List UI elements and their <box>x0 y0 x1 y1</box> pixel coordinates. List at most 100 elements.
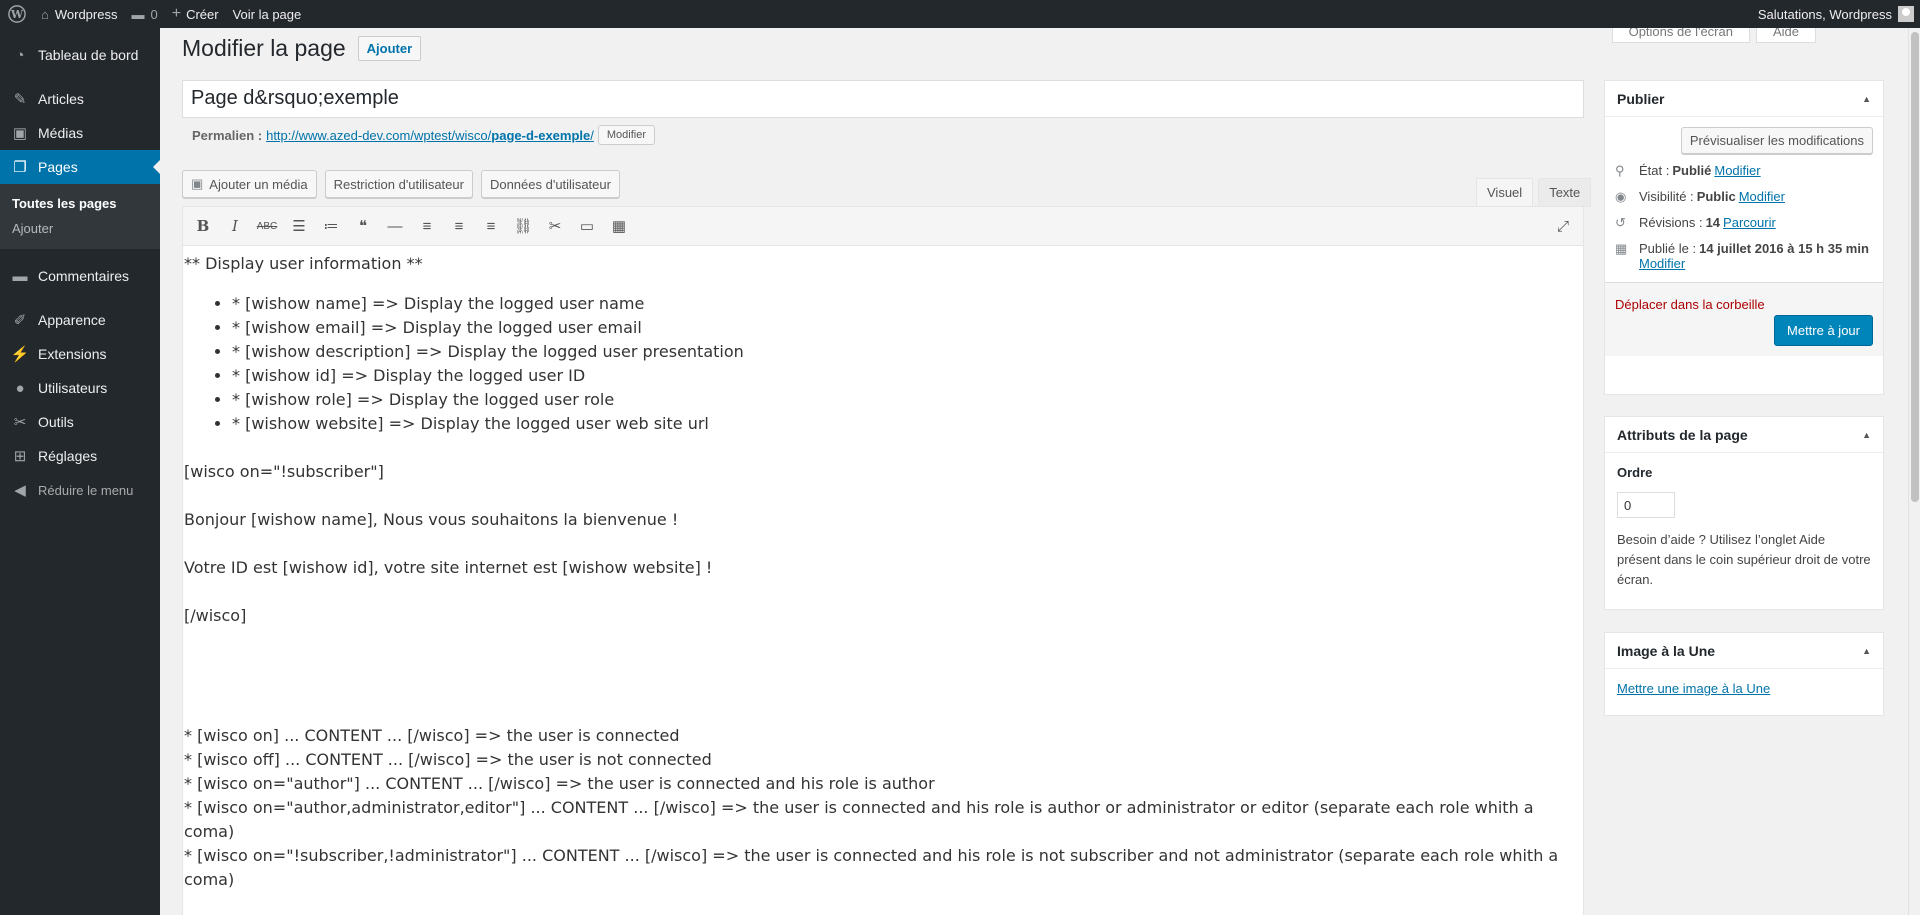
edit-date-link[interactable]: Modifier <box>1639 256 1685 271</box>
shortcode-list: * [wishow name] => Display the logged us… <box>232 292 1583 436</box>
menu-item-label: Réglages <box>38 448 98 464</box>
users-icon: ● <box>15 379 25 397</box>
comments-link[interactable]: ▬ 0 <box>124 0 164 28</box>
blockquote-icon[interactable]: ❝ <box>347 212 379 240</box>
menu-item-tools[interactable]: ✂ Outils <box>0 405 160 439</box>
read-more-icon[interactable]: ▭ <box>571 212 603 240</box>
menu-item-label: Médias <box>38 125 84 141</box>
menu-item-settings[interactable]: ⊞ Réglages <box>0 439 160 473</box>
menu-item-posts[interactable]: ✎ Articles <box>0 82 160 116</box>
permalink: Permalien : http://www.azed-dev.com/wpte… <box>192 125 656 145</box>
move-to-trash-link[interactable]: Déplacer dans la corbeille <box>1615 293 1765 312</box>
status-row: ⚲ État : Publié Modifier <box>1615 163 1761 178</box>
published-date-row: ▦ Publié le :14 juillet 2016 à 15 h 35 mi… <box>1615 241 1869 271</box>
featured-image-body: Mettre une image à la Une <box>1605 669 1883 708</box>
preview-changes-button[interactable]: Prévisualiser les modifications <box>1680 127 1873 154</box>
add-media-button[interactable]: ▣ Ajouter un média <box>182 170 317 198</box>
page-attributes-header[interactable]: Attributs de la page ▲ <box>1605 417 1883 453</box>
editor-content[interactable]: ** Display user information ** * [wishow… <box>182 246 1584 915</box>
strikethrough-icon[interactable]: ABC <box>251 212 283 240</box>
insert-link-icon[interactable]: ⛓ <box>507 212 539 240</box>
menu-item-dashboard[interactable]: ◔ Tableau de bord <box>0 38 160 72</box>
featured-image-header[interactable]: Image à la Une ▲ <box>1605 633 1883 669</box>
site-name-link[interactable]: ⌂ Wordpress <box>34 0 124 28</box>
numbered-list-icon[interactable]: ≔ <box>315 212 347 240</box>
settings-icon: ⊞ <box>13 448 27 465</box>
page-scrollbar[interactable] <box>1908 28 1920 915</box>
user-data-button[interactable]: Données d'utilisateur <box>480 170 620 198</box>
menu-item-comments[interactable]: ▬ Commentaires <box>0 259 160 293</box>
collapse-arrow-icon[interactable]: ▲ <box>1862 94 1871 104</box>
edit-permalink-button[interactable]: Modifier <box>597 125 656 145</box>
menu-item-media[interactable]: ▣ Médias <box>0 116 160 150</box>
bold-icon[interactable]: B <box>187 212 219 240</box>
home-icon: ⌂ <box>41 6 49 22</box>
comments-count: 0 <box>150 6 158 22</box>
brush-icon: ✐ <box>13 312 27 329</box>
admin-menu: ◔ Tableau de bord ✎ Articles ▣ Médias ❐ Page… <box>0 28 160 915</box>
plus-icon: + <box>171 5 182 22</box>
publish-box-header[interactable]: Publier ▲ <box>1605 81 1883 117</box>
tab-text[interactable]: Texte <box>1538 178 1592 207</box>
scrollbar-thumb[interactable] <box>1911 32 1919 502</box>
page-attributes-body: Ordre Besoin d’aide ? Utilisez l’onglet … <box>1605 453 1883 602</box>
preview-actions: Prévisualiser les modifications <box>1605 117 1883 154</box>
visibility-row: ◉ Visibilité : Public Modifier <box>1615 189 1785 204</box>
tab-visual[interactable]: Visuel <box>1476 178 1534 207</box>
edit-visibility-link[interactable]: Modifier <box>1739 189 1785 204</box>
editor-tabs: Visuel Texte <box>1476 178 1592 207</box>
title-input[interactable]: Page d&rsquo;exemple <box>182 80 1584 118</box>
svg-text:W: W <box>10 8 24 21</box>
media-icon: ▣ <box>191 176 204 191</box>
bullet-list-icon[interactable]: ☰ <box>283 212 315 240</box>
screen-options-tab[interactable]: Options de l'écran <box>1611 28 1750 43</box>
menu-item-label: Pages <box>38 159 78 175</box>
wordpress-logo-icon[interactable]: W <box>0 0 34 28</box>
add-page-button[interactable]: Ajouter <box>357 36 422 61</box>
browse-revisions-link[interactable]: Parcourir <box>1723 215 1776 230</box>
comment-icon: ▬ <box>131 6 145 22</box>
submenu-item-all-pages[interactable]: Toutes les pages <box>0 191 160 216</box>
list-item: * [wishow id] => Display the logged user… <box>232 364 1583 388</box>
toolbar-toggle-icon[interactable]: ▦ <box>603 212 635 240</box>
page-title: Modifier la page <box>182 35 346 61</box>
horizontal-line-icon[interactable]: — <box>379 212 411 240</box>
content-line: Bonjour [wishow name], Nous vous souhait… <box>184 510 679 529</box>
update-button[interactable]: Mettre à jour <box>1774 315 1873 346</box>
collapse-arrow-icon[interactable]: ▲ <box>1862 646 1871 656</box>
content-line: * [wisco off] ... CONTENT ... [/wisco] =… <box>184 750 712 769</box>
user-restriction-button[interactable]: Restriction d'utilisateur <box>324 170 473 198</box>
calendar-icon: ▦ <box>1615 241 1628 256</box>
set-featured-image-link[interactable]: Mettre une image à la Une <box>1617 681 1770 696</box>
remove-link-icon[interactable]: ✂ <box>539 212 571 240</box>
menu-item-label: Articles <box>38 91 84 107</box>
help-tab[interactable]: Aide <box>1755 28 1816 43</box>
view-page-link[interactable]: Voir la page <box>226 0 309 28</box>
revisions-row: ↺ Révisions :14 Parcourir <box>1615 215 1776 230</box>
align-left-icon[interactable]: ≡ <box>411 212 443 240</box>
menu-item-label: Tableau de bord <box>38 47 139 63</box>
collapse-menu-button[interactable]: ◀ Réduire le menu <box>0 473 160 507</box>
permalink-link[interactable]: http://www.azed-dev.com/wptest/wisco/pag… <box>266 128 594 143</box>
content-line: * [wisco on="author"] ... CONTENT ... [/… <box>184 774 935 793</box>
collapse-arrow-icon[interactable]: ▲ <box>1862 430 1871 440</box>
media-icon: ▣ <box>12 125 28 142</box>
align-right-icon[interactable]: ≡ <box>475 212 507 240</box>
order-input[interactable] <box>1617 492 1675 518</box>
page-heading: Modifier la page Ajouter <box>182 35 422 62</box>
menu-item-appearance[interactable]: ✐ Apparence <box>0 303 160 337</box>
fullscreen-icon[interactable]: ⤢ <box>1547 212 1579 240</box>
content-line: * [wisco on] ... CONTENT ... [/wisco] =>… <box>184 726 680 745</box>
edit-status-link[interactable]: Modifier <box>1714 163 1760 178</box>
menu-item-pages[interactable]: ❐ Pages <box>0 150 160 184</box>
align-center-icon[interactable]: ≡ <box>443 212 475 240</box>
my-account-link[interactable]: Salutations, Wordpress <box>1751 0 1920 28</box>
new-content-link[interactable]: + Créer <box>165 0 226 28</box>
menu-item-plugins[interactable]: ⚡ Extensions <box>0 337 160 371</box>
list-item: * [wishow name] => Display the logged us… <box>232 292 1583 316</box>
featured-image-box: Image à la Une ▲ Mettre une image à la Un… <box>1604 632 1884 716</box>
plugin-icon: ⚡ <box>10 346 30 363</box>
menu-item-users[interactable]: ● Utilisateurs <box>0 371 160 405</box>
italic-icon[interactable]: I <box>219 212 251 240</box>
submenu-item-add-page[interactable]: Ajouter <box>0 216 160 241</box>
